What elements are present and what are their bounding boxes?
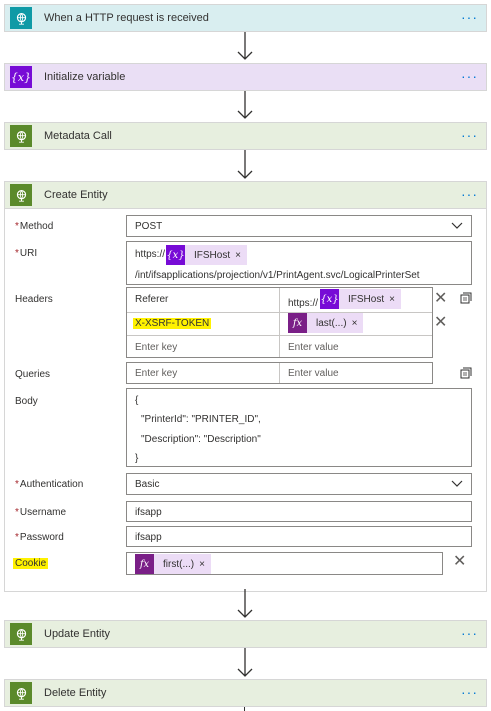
flow-arrow xyxy=(236,91,254,121)
flow-connector xyxy=(244,707,245,711)
body-line: "PrinterId": "PRINTER_ID", xyxy=(141,414,261,425)
more-options-icon[interactable]: ··· xyxy=(461,685,478,699)
method-select[interactable]: POST xyxy=(126,215,472,237)
body-textarea[interactable]: { "PrinterId": "PRINTER_ID", "Descriptio… xyxy=(126,388,472,467)
remove-token-icon[interactable]: × xyxy=(199,559,211,570)
delete-row-icon[interactable]: ✕ xyxy=(434,291,447,307)
header-value-prefix[interactable]: https:// xyxy=(288,298,318,309)
flow-arrow xyxy=(236,32,254,62)
method-value: POST xyxy=(135,221,163,232)
body-label: Body xyxy=(15,396,38,407)
globe-icon xyxy=(10,682,32,704)
last-expression-token[interactable]: fx last(...) × xyxy=(288,313,364,333)
header-key-input[interactable]: X-XSRF-TOKEN xyxy=(133,318,212,329)
globe-icon xyxy=(10,125,32,147)
step-title: Update Entity xyxy=(44,628,111,640)
query-key-input[interactable]: Enter key xyxy=(135,368,177,379)
step-delete-entity[interactable]: Delete Entity ··· xyxy=(4,679,487,707)
cookie-field[interactable]: fx first(...) × xyxy=(126,552,443,575)
switch-text-mode-icon[interactable] xyxy=(460,292,472,304)
body-line: } xyxy=(135,453,139,464)
uri-prefix: https:// xyxy=(135,249,166,260)
ifshost-token[interactable]: {x} IFSHost × xyxy=(166,245,247,265)
step-title: Metadata Call xyxy=(44,130,112,142)
variable-icon: {x} xyxy=(10,66,32,88)
fx-icon: fx xyxy=(135,554,154,574)
step-title: Create Entity xyxy=(44,189,108,201)
headers-label: Headers xyxy=(15,294,53,305)
chevron-down-icon xyxy=(451,222,463,229)
flow-arrow xyxy=(236,648,254,679)
step-create-entity[interactable]: Create Entity ··· xyxy=(4,181,487,209)
globe-icon xyxy=(10,184,32,206)
variable-icon: {x} xyxy=(320,289,339,309)
password-field[interactable]: ifsapp xyxy=(126,526,472,547)
remove-token-icon[interactable]: × xyxy=(352,318,364,329)
variable-icon: {x} xyxy=(166,245,185,265)
cookie-label: Cookie xyxy=(13,558,49,569)
delete-row-icon[interactable]: ✕ xyxy=(434,315,447,331)
globe-icon xyxy=(10,623,32,645)
step-http-request[interactable]: When a HTTP request is received ··· xyxy=(4,4,487,32)
uri-suffix: /int/ifsapplications/projection/v1/Print… xyxy=(135,270,420,281)
username-label: *Username xyxy=(15,507,67,518)
more-options-icon[interactable]: ··· xyxy=(461,187,478,201)
switch-text-mode-icon[interactable] xyxy=(460,367,472,379)
username-field[interactable]: ifsapp xyxy=(126,501,472,522)
remove-token-icon[interactable]: × xyxy=(389,294,401,305)
first-expression-token[interactable]: fx first(...) × xyxy=(135,554,211,574)
more-options-icon[interactable]: ··· xyxy=(461,69,478,83)
body-line: "Description": "Description" xyxy=(141,434,261,445)
step-initialize-variable[interactable]: {x} Initialize variable ··· xyxy=(4,63,487,91)
step-title: When a HTTP request is received xyxy=(44,12,209,24)
authentication-value: Basic xyxy=(135,479,160,490)
uri-field[interactable]: https:// {x} IFSHost × /int/ifsapplicati… xyxy=(126,241,472,285)
step-title: Initialize variable xyxy=(44,71,126,83)
uri-label: *URI xyxy=(15,248,38,259)
more-options-icon[interactable]: ··· xyxy=(461,128,478,142)
flow-arrow xyxy=(236,150,254,181)
step-title: Delete Entity xyxy=(44,687,107,699)
step-metadata-call[interactable]: Metadata Call ··· xyxy=(4,122,487,150)
password-label: *Password xyxy=(15,532,64,543)
more-options-icon[interactable]: ··· xyxy=(461,10,478,24)
query-value-input[interactable]: Enter value xyxy=(288,368,339,379)
flow-arrow xyxy=(236,589,254,620)
fx-icon: fx xyxy=(288,313,307,333)
header-key-input[interactable]: Referer xyxy=(135,294,168,305)
ifshost-token[interactable]: {x} IFSHost × xyxy=(320,289,401,309)
more-options-icon[interactable]: ··· xyxy=(461,626,478,640)
required-marker: * xyxy=(15,221,19,232)
chevron-down-icon xyxy=(451,480,463,487)
header-value-input[interactable]: Enter value xyxy=(288,342,339,353)
globe-icon xyxy=(10,7,32,29)
authentication-select[interactable]: Basic xyxy=(126,473,472,495)
queries-label: Queries xyxy=(15,369,51,380)
authentication-label: *Authentication xyxy=(15,479,84,490)
header-key-input[interactable]: Enter key xyxy=(135,342,177,353)
remove-token-icon[interactable]: × xyxy=(235,250,247,261)
username-value: ifsapp xyxy=(135,507,162,518)
step-update-entity[interactable]: Update Entity ··· xyxy=(4,620,487,648)
password-value: ifsapp xyxy=(135,532,162,543)
body-line: { xyxy=(135,395,139,406)
delete-cookie-icon[interactable]: ✕ xyxy=(453,554,466,570)
method-label: *Method xyxy=(15,221,54,232)
